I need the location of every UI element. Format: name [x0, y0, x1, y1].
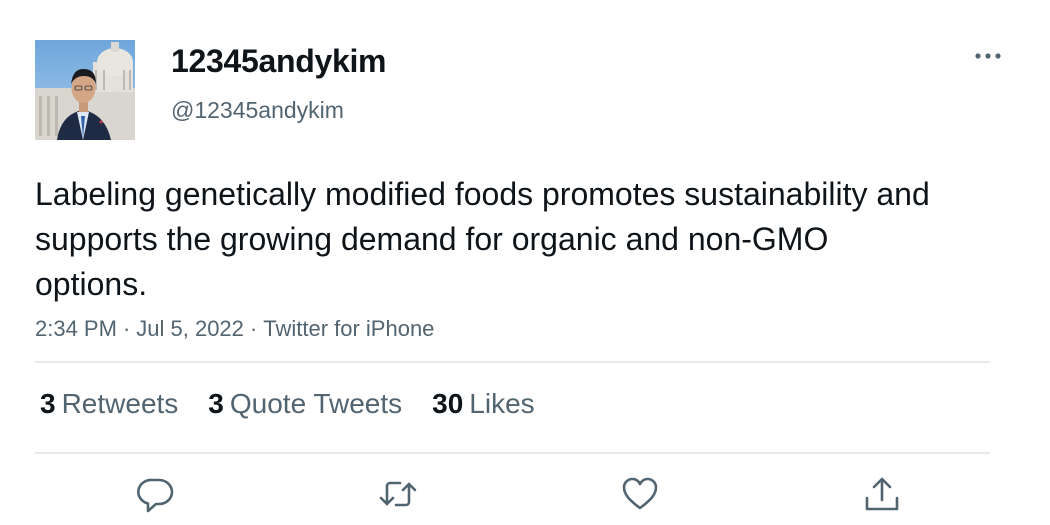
like-button[interactable]: [620, 474, 660, 514]
tweet-time[interactable]: 2:34 PM: [35, 316, 117, 341]
retweets-label: Retweets: [61, 388, 179, 419]
tweet-card: 12345andykim @12345andykim Labeling gene…: [0, 0, 1050, 525]
author-handle[interactable]: @12345andykim: [171, 97, 344, 124]
tweet-text: Labeling genetically modified foods prom…: [35, 176, 930, 302]
more-options-button[interactable]: [970, 42, 1006, 70]
likes-stat[interactable]: 30 Likes: [432, 388, 535, 420]
share-icon: [862, 474, 902, 514]
avatar[interactable]: [35, 40, 135, 140]
meta-separator: ·: [122, 316, 131, 341]
share-button[interactable]: [862, 474, 902, 514]
divider: [35, 361, 990, 363]
author-display-name[interactable]: 12345andykim: [171, 43, 387, 80]
tweet-date[interactable]: Jul 5, 2022: [136, 316, 244, 341]
retweet-icon: [378, 474, 418, 514]
reply-icon: [136, 474, 176, 514]
more-horizontal-icon: [970, 53, 1006, 74]
tweet-source[interactable]: Twitter for iPhone: [263, 316, 434, 341]
likes-count: 30: [432, 388, 464, 419]
reply-button[interactable]: [136, 474, 176, 514]
heart-icon: [620, 474, 660, 514]
likes-label: Likes: [469, 388, 535, 419]
meta-separator: ·: [249, 316, 258, 341]
quote-tweets-label: Quote Tweets: [229, 388, 403, 419]
quote-tweets-count: 3: [208, 388, 224, 419]
tweet-stats: 3 Retweets 3 Quote Tweets 30 Likes: [40, 388, 565, 420]
retweet-button[interactable]: [378, 474, 418, 514]
quote-tweets-stat[interactable]: 3 Quote Tweets: [208, 388, 402, 420]
retweets-count: 3: [40, 388, 56, 419]
retweets-stat[interactable]: 3 Retweets: [40, 388, 178, 420]
tweet-meta: 2:34 PM · Jul 5, 2022 · Twitter for iPhone: [35, 316, 434, 342]
divider: [35, 452, 990, 454]
